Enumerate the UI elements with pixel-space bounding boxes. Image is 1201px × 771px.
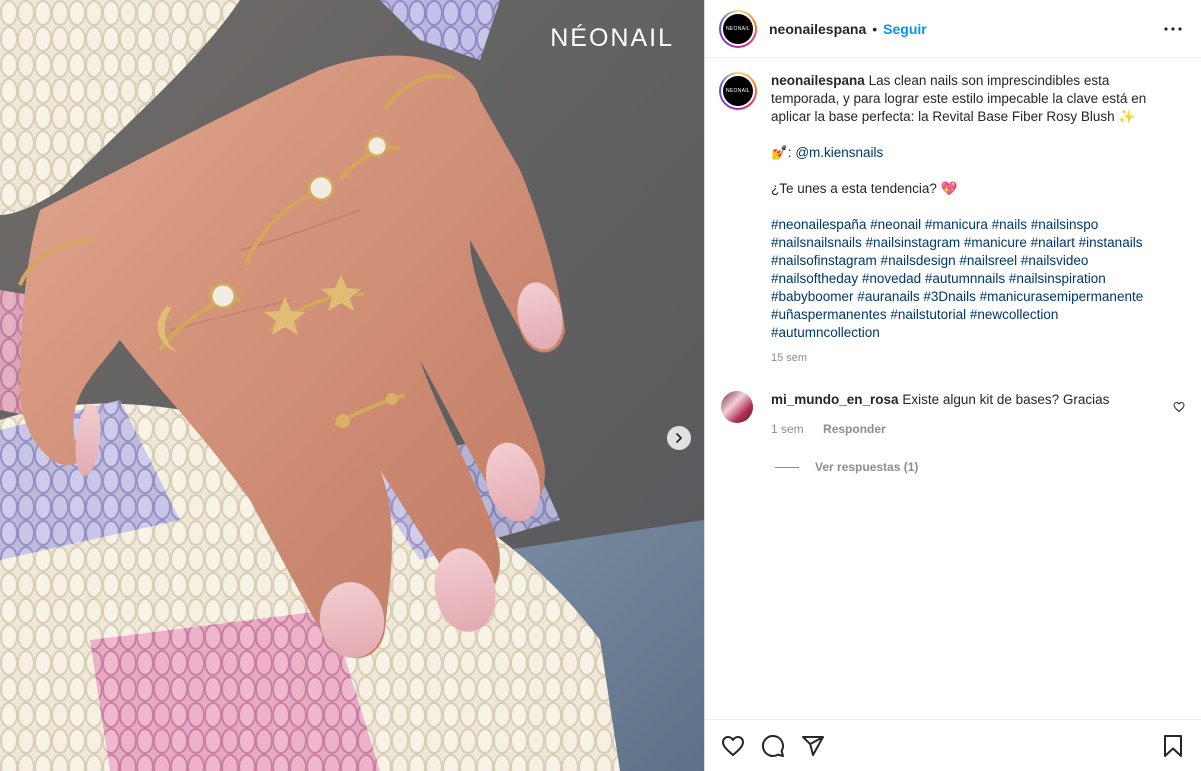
follow-button[interactable]: Seguir xyxy=(883,21,927,37)
like-button[interactable] xyxy=(719,732,747,760)
caption-avatar[interactable]: NEONAIL xyxy=(719,72,757,110)
comments-area[interactable]: NEONAIL neonailespana Las clean nails so… xyxy=(705,58,1201,719)
heart-icon xyxy=(1173,401,1185,413)
view-replies-button[interactable]: Ver respuestas (1) xyxy=(775,460,1185,474)
save-button[interactable] xyxy=(1159,732,1187,760)
caption: NEONAIL neonailespana Las clean nails so… xyxy=(719,72,1185,367)
post-media[interactable]: NÉONAIL xyxy=(0,0,704,771)
bookmark-icon xyxy=(1164,734,1182,757)
comment-item: mi_mundo_en_rosa Existe algun kit de bas… xyxy=(719,391,1185,436)
credit-mention-link[interactable]: @m.kiensnails xyxy=(795,145,883,160)
separator-dot: • xyxy=(872,20,878,37)
profile-username[interactable]: neonailespana xyxy=(769,21,866,37)
heart-icon xyxy=(722,735,744,756)
instagram-post: NÉONAIL NEONAIL neonailespana • Seguir N… xyxy=(0,0,1201,771)
view-replies-label: Ver respuestas (1) xyxy=(815,460,919,474)
share-icon xyxy=(802,735,824,756)
comment-timestamp[interactable]: 1 sem xyxy=(771,422,804,436)
replies-line xyxy=(775,466,799,468)
more-horizontal-icon xyxy=(1164,26,1182,31)
action-bar xyxy=(705,719,1201,771)
share-button[interactable] xyxy=(799,732,827,760)
comment-button[interactable] xyxy=(759,732,787,760)
caption-username[interactable]: neonailespana xyxy=(771,73,865,88)
brand-watermark: NÉONAIL xyxy=(550,24,674,52)
caption-question: ¿Te unes a esta tendencia? 💖 xyxy=(771,181,958,196)
comment-text: Existe algun kit de bases? Gracias xyxy=(902,392,1110,407)
more-options-button[interactable] xyxy=(1161,17,1185,41)
avatar-logo-text: NEONAIL xyxy=(725,25,751,32)
post-header: NEONAIL neonailespana • Seguir xyxy=(705,0,1201,58)
post-side-panel: NEONAIL neonailespana • Seguir NEONAIL n… xyxy=(704,0,1201,771)
commenter-username[interactable]: mi_mundo_en_rosa xyxy=(771,392,899,407)
commenter-avatar[interactable] xyxy=(721,391,753,423)
reply-button[interactable]: Responder xyxy=(823,422,886,436)
credit-prefix: 💅: xyxy=(771,145,796,160)
post-timestamp[interactable]: 15 sem xyxy=(771,349,1166,367)
avatar-logo-text: NEONAIL xyxy=(725,88,751,94)
next-photo-button[interactable] xyxy=(667,426,691,450)
comment-icon xyxy=(761,734,784,757)
profile-avatar[interactable]: NEONAIL xyxy=(719,9,757,48)
chevron-right-icon xyxy=(676,433,682,443)
caption-hashtags[interactable]: #neonailespaña #neonail #manicura #nails… xyxy=(771,216,1166,342)
comment-like-button[interactable] xyxy=(1173,400,1185,418)
post-photo xyxy=(0,0,704,771)
